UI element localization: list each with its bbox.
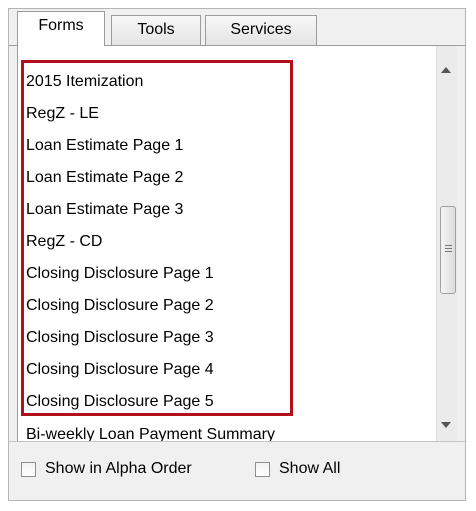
vertical-scrollbar[interactable] [436, 46, 457, 442]
grip-line [445, 251, 452, 252]
list-options: Show in Alpha Order Show All [9, 441, 465, 500]
forms-list[interactable]: 2015 Itemization RegZ - LE Loan Estimate… [17, 46, 457, 443]
scroll-up-icon[interactable] [441, 67, 451, 73]
tab-tools[interactable]: Tools [111, 15, 201, 45]
tab-strip: Forms Tools Services [9, 9, 465, 46]
grip-line [445, 248, 452, 249]
scroll-thumb[interactable] [440, 206, 456, 294]
forms-panel: Forms Tools Services 2015 Itemization Re… [8, 8, 466, 501]
grip-line [445, 245, 452, 246]
scroll-down-icon[interactable] [441, 422, 451, 428]
tab-forms[interactable]: Forms [17, 11, 105, 46]
highlight-box [21, 60, 293, 416]
tab-services[interactable]: Services [205, 15, 317, 45]
alpha-order-checkbox[interactable] [21, 462, 36, 477]
show-all-label[interactable]: Show All [279, 458, 340, 480]
alpha-order-label[interactable]: Show in Alpha Order [45, 458, 192, 480]
show-all-checkbox[interactable] [255, 462, 270, 477]
